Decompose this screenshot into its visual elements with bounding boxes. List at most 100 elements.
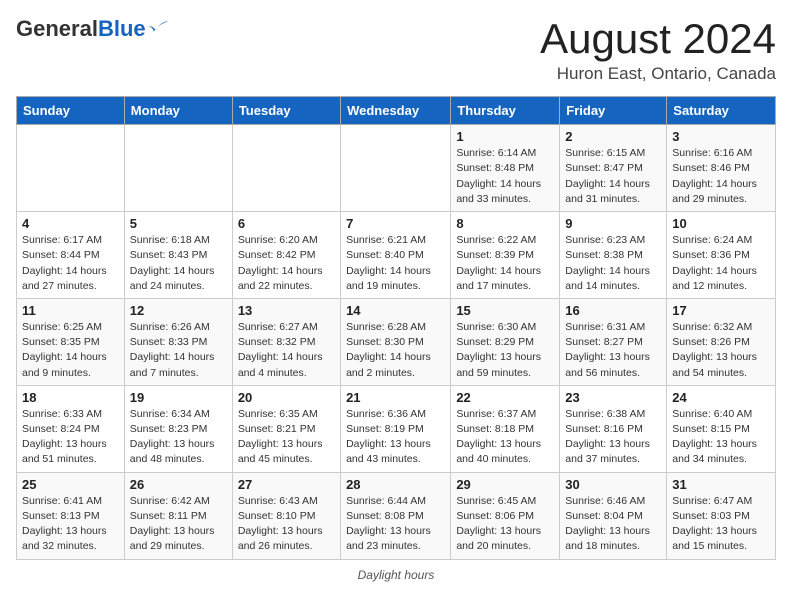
calendar-cell: 22 Sunrise: 6:37 AM Sunset: 8:18 PM Dayli… (451, 385, 560, 472)
location: Huron East, Ontario, Canada (540, 64, 776, 84)
calendar-cell: 7 Sunrise: 6:21 AM Sunset: 8:40 PM Daylig… (341, 212, 451, 299)
day-number: 27 (238, 477, 335, 492)
cell-info: Sunrise: 6:32 AM Sunset: 8:26 PM Dayligh… (672, 320, 770, 381)
day-number: 30 (565, 477, 661, 492)
calendar-cell: 6Sunrise: 6:20 AM Sunset: 8:42 PM Daylig… (232, 212, 340, 299)
cell-info: Sunrise: 6:30 AM Sunset: 8:29 PM Dayligh… (456, 320, 554, 381)
day-number: 28 (346, 477, 445, 492)
cell-info: Sunrise: 6:36 AM Sunset: 8:19 PM Dayligh… (346, 407, 445, 468)
calendar-cell: 10 Sunrise: 6:24 AM Sunset: 8:36 PM Dayli… (667, 212, 776, 299)
calendar-cell: 17 Sunrise: 6:32 AM Sunset: 8:26 PM Dayli… (667, 298, 776, 385)
cell-info: Sunrise: 6:27 AM Sunset: 8:32 PM Dayligh… (238, 320, 335, 381)
day-number: 31 (672, 477, 770, 492)
cell-info: Sunrise: 6:14 AM Sunset: 8:48 PM Dayligh… (456, 146, 554, 207)
calendar-cell: 19 Sunrise: 6:34 AM Sunset: 8:23 PM Dayli… (124, 385, 232, 472)
calendar-cell (232, 125, 340, 212)
day-number: 20 (238, 390, 335, 405)
cell-info: Sunrise: 6:15 AM Sunset: 8:47 PM Dayligh… (565, 146, 661, 207)
calendar-cell: 2 Sunrise: 6:15 AM Sunset: 8:47 PM Daylig… (560, 125, 667, 212)
cell-info: Sunrise: 6:24 AM Sunset: 8:36 PM Dayligh… (672, 233, 770, 294)
day-number: 16 (565, 303, 661, 318)
day-number: 11 (22, 303, 119, 318)
calendar-cell (341, 125, 451, 212)
day-number: 22 (456, 390, 554, 405)
calendar-cell: 30Sunrise: 6:46 AM Sunset: 8:04 PM Dayli… (560, 472, 667, 559)
day-number: 6 (238, 216, 335, 231)
calendar-cell (17, 125, 125, 212)
calendar-cell: 26 Sunrise: 6:42 AM Sunset: 8:11 PM Dayli… (124, 472, 232, 559)
day-number: 9 (565, 216, 661, 231)
weekday-header-friday: Friday (560, 97, 667, 125)
footer-note: Daylight hours (16, 568, 776, 582)
calendar-cell: 4Sunrise: 6:17 AM Sunset: 8:44 PM Daylig… (17, 212, 125, 299)
month-title: August 2024 (540, 16, 776, 62)
day-number: 13 (238, 303, 335, 318)
cell-info: Sunrise: 6:33 AM Sunset: 8:24 PM Dayligh… (22, 407, 119, 468)
day-number: 7 (346, 216, 445, 231)
calendar-cell: 27 Sunrise: 6:43 AM Sunset: 8:10 PM Dayli… (232, 472, 340, 559)
calendar-cell: 25Sunrise: 6:41 AM Sunset: 8:13 PM Dayli… (17, 472, 125, 559)
cell-info: Sunrise: 6:21 AM Sunset: 8:40 PM Dayligh… (346, 233, 445, 294)
cell-info: Sunrise: 6:16 AM Sunset: 8:46 PM Dayligh… (672, 146, 770, 207)
cell-info: Sunrise: 6:18 AM Sunset: 8:43 PM Dayligh… (130, 233, 227, 294)
cell-info: Sunrise: 6:35 AM Sunset: 8:21 PM Dayligh… (238, 407, 335, 468)
day-number: 5 (130, 216, 227, 231)
logo-blue: Blue (98, 16, 146, 42)
day-number: 10 (672, 216, 770, 231)
day-number: 4 (22, 216, 119, 231)
bird-icon (148, 18, 170, 40)
calendar-cell: 29Sunrise: 6:45 AM Sunset: 8:06 PM Dayli… (451, 472, 560, 559)
calendar-week-row: 4Sunrise: 6:17 AM Sunset: 8:44 PM Daylig… (17, 212, 776, 299)
calendar-cell: 8Sunrise: 6:22 AM Sunset: 8:39 PM Daylig… (451, 212, 560, 299)
cell-info: Sunrise: 6:42 AM Sunset: 8:11 PM Dayligh… (130, 494, 227, 555)
weekday-header-tuesday: Tuesday (232, 97, 340, 125)
calendar-week-row: 11 Sunrise: 6:25 AM Sunset: 8:35 PM Dayli… (17, 298, 776, 385)
calendar-cell: 12 Sunrise: 6:26 AM Sunset: 8:33 PM Dayli… (124, 298, 232, 385)
day-number: 19 (130, 390, 227, 405)
calendar-cell: 18 Sunrise: 6:33 AM Sunset: 8:24 PM Dayli… (17, 385, 125, 472)
day-number: 26 (130, 477, 227, 492)
day-number: 1 (456, 129, 554, 144)
day-number: 18 (22, 390, 119, 405)
cell-info: Sunrise: 6:43 AM Sunset: 8:10 PM Dayligh… (238, 494, 335, 555)
calendar-cell: 5 Sunrise: 6:18 AM Sunset: 8:43 PM Daylig… (124, 212, 232, 299)
day-number: 25 (22, 477, 119, 492)
day-number: 12 (130, 303, 227, 318)
cell-info: Sunrise: 6:44 AM Sunset: 8:08 PM Dayligh… (346, 494, 445, 555)
cell-info: Sunrise: 6:25 AM Sunset: 8:35 PM Dayligh… (22, 320, 119, 381)
cell-info: Sunrise: 6:26 AM Sunset: 8:33 PM Dayligh… (130, 320, 227, 381)
calendar-cell: 3 Sunrise: 6:16 AM Sunset: 8:46 PM Daylig… (667, 125, 776, 212)
day-number: 17 (672, 303, 770, 318)
calendar-week-row: 18 Sunrise: 6:33 AM Sunset: 8:24 PM Dayli… (17, 385, 776, 472)
day-number: 23 (565, 390, 661, 405)
weekday-header-wednesday: Wednesday (341, 97, 451, 125)
weekday-header-monday: Monday (124, 97, 232, 125)
calendar-cell: 14Sunrise: 6:28 AM Sunset: 8:30 PM Dayli… (341, 298, 451, 385)
cell-info: Sunrise: 6:38 AM Sunset: 8:16 PM Dayligh… (565, 407, 661, 468)
calendar-week-row: 25Sunrise: 6:41 AM Sunset: 8:13 PM Dayli… (17, 472, 776, 559)
calendar-table: SundayMondayTuesdayWednesdayThursdayFrid… (16, 96, 776, 559)
cell-info: Sunrise: 6:34 AM Sunset: 8:23 PM Dayligh… (130, 407, 227, 468)
cell-info: Sunrise: 6:37 AM Sunset: 8:18 PM Dayligh… (456, 407, 554, 468)
cell-info: Sunrise: 6:22 AM Sunset: 8:39 PM Dayligh… (456, 233, 554, 294)
cell-info: Sunrise: 6:47 AM Sunset: 8:03 PM Dayligh… (672, 494, 770, 555)
day-number: 29 (456, 477, 554, 492)
weekday-header-row: SundayMondayTuesdayWednesdayThursdayFrid… (17, 97, 776, 125)
calendar-week-row: 1 Sunrise: 6:14 AM Sunset: 8:48 PM Daylig… (17, 125, 776, 212)
calendar-cell: 15Sunrise: 6:30 AM Sunset: 8:29 PM Dayli… (451, 298, 560, 385)
day-number: 21 (346, 390, 445, 405)
calendar-cell (124, 125, 232, 212)
calendar-cell: 9Sunrise: 6:23 AM Sunset: 8:38 PM Daylig… (560, 212, 667, 299)
calendar-cell: 21 Sunrise: 6:36 AM Sunset: 8:19 PM Dayli… (341, 385, 451, 472)
logo: GeneralBlue (16, 16, 170, 42)
calendar-cell: 13 Sunrise: 6:27 AM Sunset: 8:32 PM Dayli… (232, 298, 340, 385)
day-number: 3 (672, 129, 770, 144)
weekday-header-thursday: Thursday (451, 97, 560, 125)
logo-general: General (16, 16, 98, 42)
calendar-cell: 28 Sunrise: 6:44 AM Sunset: 8:08 PM Dayli… (341, 472, 451, 559)
day-number: 14 (346, 303, 445, 318)
cell-info: Sunrise: 6:31 AM Sunset: 8:27 PM Dayligh… (565, 320, 661, 381)
day-number: 24 (672, 390, 770, 405)
weekday-header-sunday: Sunday (17, 97, 125, 125)
day-number: 2 (565, 129, 661, 144)
